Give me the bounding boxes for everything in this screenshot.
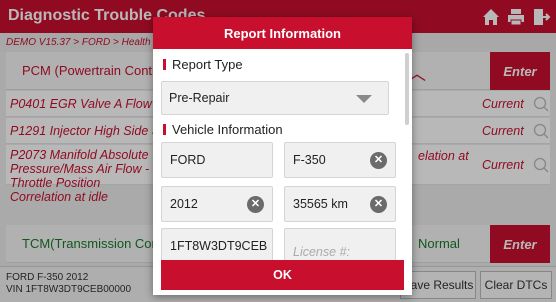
model-value: F-350 xyxy=(293,153,326,167)
report-type-label-text: Report Type xyxy=(172,57,243,72)
vehicle-info-label-text: Vehicle Information xyxy=(172,122,283,137)
report-type-label: Report Type xyxy=(163,57,243,72)
make-value: FORD xyxy=(170,153,206,167)
dialog-title: Report Information xyxy=(153,17,412,49)
license-placeholder: License #: xyxy=(293,245,350,259)
vin-value: 1FT8W3DT9CEB xyxy=(170,239,268,253)
ok-button[interactable]: OK xyxy=(161,260,404,290)
mileage-field[interactable]: 35565 km ✕ xyxy=(284,186,396,222)
clear-icon[interactable]: ✕ xyxy=(370,196,387,213)
section-marker xyxy=(163,59,166,70)
year-value: 2012 xyxy=(170,197,198,211)
report-type-value: Pre-Repair xyxy=(169,91,230,105)
make-field[interactable]: FORD xyxy=(161,142,273,178)
dialog-scrollbar[interactable] xyxy=(405,53,409,125)
mileage-value: 35565 km xyxy=(293,197,348,211)
section-marker xyxy=(163,124,166,135)
vehicle-info-label: Vehicle Information xyxy=(163,122,283,137)
chevron-down-icon xyxy=(356,95,372,103)
year-field[interactable]: 2012 ✕ xyxy=(161,186,273,222)
report-information-dialog: Report Information Report Type Pre-Repai… xyxy=(153,17,412,295)
report-type-select[interactable]: Pre-Repair xyxy=(161,81,389,115)
model-field[interactable]: F-350 ✕ xyxy=(284,142,396,178)
clear-icon[interactable]: ✕ xyxy=(370,152,387,169)
clear-icon[interactable]: ✕ xyxy=(247,196,264,213)
